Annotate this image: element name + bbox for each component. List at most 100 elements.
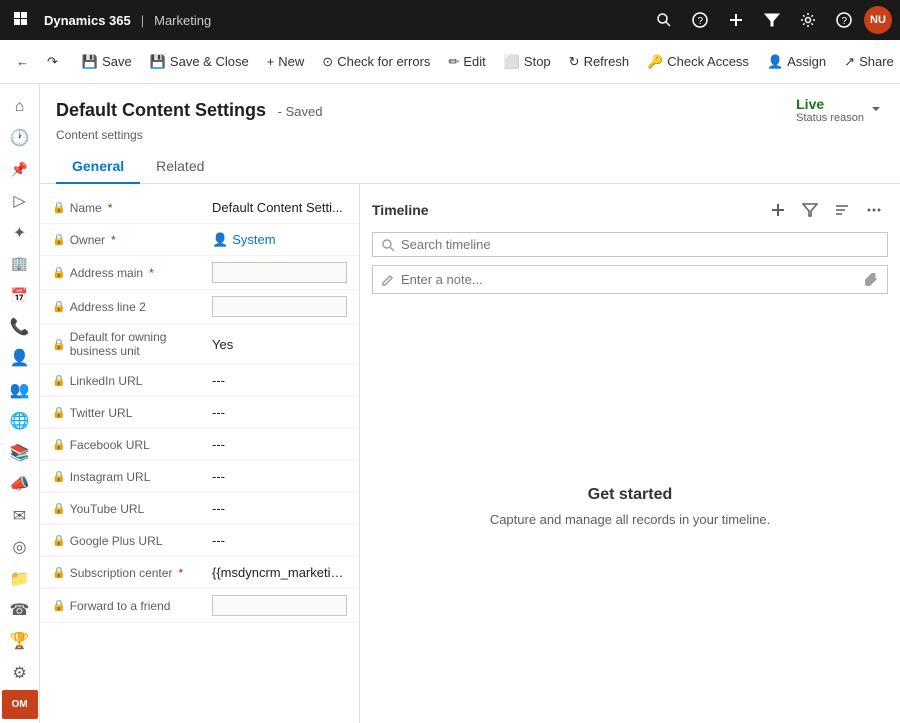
field-linkedin: 🔒 LinkedIn URL ---: [40, 365, 359, 397]
back-button[interactable]: ←: [8, 50, 37, 73]
help-button[interactable]: ?: [684, 4, 716, 36]
svg-text:?: ?: [842, 16, 848, 27]
sidebar-item-globe[interactable]: 🌐: [2, 407, 38, 436]
settings-button[interactable]: [792, 4, 824, 36]
timeline-add-button[interactable]: [764, 196, 792, 224]
field-address-line2: 🔒 Address line 2: [40, 290, 359, 324]
edit-button[interactable]: ✏ Edit: [440, 50, 493, 74]
back-icon: ←: [16, 54, 29, 69]
forward-button[interactable]: ↷: [39, 50, 66, 74]
field-twitter: 🔒 Twitter URL ---: [40, 397, 359, 429]
timeline-note-input[interactable]: [401, 272, 859, 287]
timeline-panel: Timeline: [360, 184, 900, 723]
field-address-main-label: 🔒 Address main *: [52, 266, 212, 280]
add-button[interactable]: [720, 4, 752, 36]
sidebar-item-people[interactable]: 👥: [2, 375, 38, 404]
record-title: Default Content Settings: [56, 100, 266, 120]
field-address-line2-label: 🔒 Address line 2: [52, 300, 212, 314]
field-youtube-label: 🔒 YouTube URL: [52, 502, 212, 516]
field-twitter-value[interactable]: ---: [212, 405, 347, 420]
field-address-main-value[interactable]: [212, 262, 347, 283]
timeline-empty-title: Get started: [588, 486, 672, 504]
assign-button[interactable]: 👤 Assign: [759, 50, 834, 74]
status-chevron-button[interactable]: [868, 101, 884, 120]
tab-general[interactable]: General: [56, 150, 140, 184]
field-instagram-value[interactable]: ---: [212, 469, 347, 484]
sidebar-item-cert[interactable]: 🏆: [2, 627, 38, 656]
save-button[interactable]: 💾 Save: [74, 50, 140, 74]
sidebar-item-recent[interactable]: 🕐: [2, 123, 38, 152]
sidebar-item-settings2[interactable]: ⚙: [2, 658, 38, 687]
check-access-button[interactable]: 🔑 Check Access: [639, 50, 757, 74]
address-line2-input[interactable]: [212, 296, 347, 317]
field-facebook-value[interactable]: ---: [212, 437, 347, 452]
timeline-filter-button[interactable]: [796, 196, 824, 224]
stop-button[interactable]: ⬜ Stop: [496, 50, 559, 74]
timeline-search-box[interactable]: [372, 232, 888, 257]
required-indicator: *: [111, 233, 116, 247]
sidebar-item-circle[interactable]: ◎: [2, 532, 38, 561]
sidebar-item-books[interactable]: 📚: [2, 438, 38, 467]
timeline-empty-state: Get started Capture and manage all recor…: [372, 302, 888, 711]
search-icon: [381, 238, 395, 252]
address-main-input[interactable]: [212, 262, 347, 283]
sidebar-item-contacts[interactable]: 👤: [2, 344, 38, 373]
save-icon: 💾: [82, 54, 98, 70]
owner-link[interactable]: 👤 System: [212, 232, 347, 248]
search-button[interactable]: [648, 4, 680, 36]
timeline-sort-button[interactable]: [828, 196, 856, 224]
filter-button[interactable]: [756, 4, 788, 36]
lock-icon: 🔒: [52, 406, 66, 419]
sidebar-item-calendar[interactable]: 📅: [2, 281, 38, 310]
field-owner-value[interactable]: 👤 System: [212, 232, 347, 248]
lock-icon: 🔒: [52, 534, 66, 547]
sidebar-item-om[interactable]: OM: [2, 690, 38, 719]
app-logo: Dynamics 365 | Marketing: [44, 13, 211, 28]
main-content: Default Content Settings - Saved Live St…: [40, 84, 900, 723]
timeline-more-button[interactable]: [860, 196, 888, 224]
module-name: Marketing: [154, 13, 211, 28]
field-address-line2-value[interactable]: [212, 296, 347, 317]
sidebar-item-marketing[interactable]: ✦: [2, 218, 38, 247]
save-close-icon: 💾: [150, 54, 166, 70]
required-indicator: *: [178, 566, 183, 580]
sidebar-item-accounts[interactable]: 🏢: [2, 249, 38, 278]
refresh-button[interactable]: ↻ Refresh: [561, 50, 637, 74]
apps-button[interactable]: [8, 6, 36, 34]
field-youtube-value[interactable]: ---: [212, 501, 347, 516]
field-linkedin-value[interactable]: ---: [212, 373, 347, 388]
sidebar-item-megaphone[interactable]: 📣: [2, 469, 38, 498]
sidebar-item-home[interactable]: ⌂: [2, 92, 38, 121]
field-address-main: 🔒 Address main *: [40, 256, 359, 290]
sidebar-item-folder[interactable]: 📁: [2, 564, 38, 593]
field-name-value[interactable]: Default Content Setti...: [212, 200, 347, 215]
field-subscription-value[interactable]: {{msdyncrm_marketingp: [212, 565, 347, 580]
check-errors-button[interactable]: ⊙ Check for errors: [314, 50, 438, 74]
sidebar-item-play[interactable]: ▷: [2, 186, 38, 215]
save-close-button[interactable]: 💾 Save & Close: [142, 50, 257, 74]
timeline-note-box[interactable]: [372, 265, 888, 294]
user-avatar[interactable]: NU: [864, 6, 892, 34]
tab-related[interactable]: Related: [140, 150, 220, 184]
field-facebook-label: 🔒 Facebook URL: [52, 438, 212, 452]
record-saved-status: - Saved: [278, 104, 323, 119]
status-area: Live Status reason: [796, 96, 884, 124]
field-forward: 🔒 Forward to a friend: [40, 589, 359, 623]
share-button[interactable]: ↗ Share: [836, 50, 900, 74]
field-googleplus-value[interactable]: ---: [212, 533, 347, 548]
sidebar-item-pinned[interactable]: 📌: [2, 155, 38, 184]
field-forward-value[interactable]: [212, 595, 347, 616]
top-nav-actions: ? ? NU: [648, 4, 892, 36]
field-googleplus: 🔒 Google Plus URL ---: [40, 525, 359, 557]
sidebar-item-phone[interactable]: 📞: [2, 312, 38, 341]
help-circle-button[interactable]: ?: [828, 4, 860, 36]
form-fields: 🔒 Name * Default Content Setti... 🔒 Owne…: [40, 184, 360, 723]
new-button[interactable]: + New: [259, 50, 313, 73]
lock-icon: 🔒: [52, 300, 66, 313]
sidebar-item-mail[interactable]: ✉: [2, 501, 38, 530]
timeline-search-input[interactable]: [401, 237, 879, 252]
sidebar-item-phone2[interactable]: ☎: [2, 595, 38, 624]
nav-buttons: ← ↷: [8, 50, 66, 74]
check-access-icon: 🔑: [647, 54, 663, 70]
forward-input[interactable]: [212, 595, 347, 616]
